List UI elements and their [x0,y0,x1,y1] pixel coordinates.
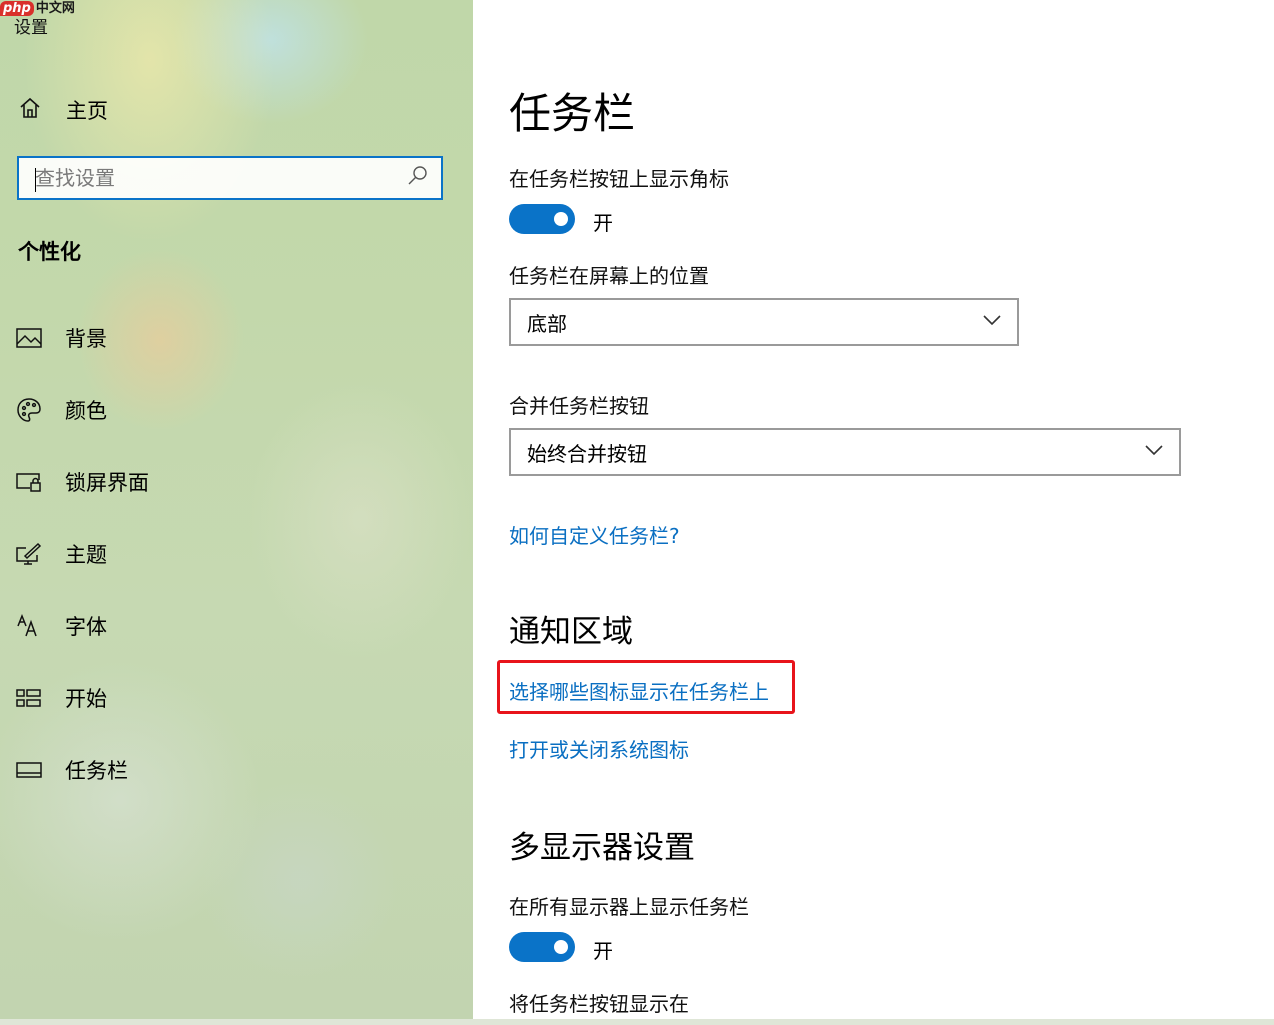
show-buttons-label: 将任务栏按钮显示在 [509,992,689,1016]
badges-toggle[interactable] [509,204,575,234]
sidebar-item-themes[interactable]: 主题 [16,536,107,572]
sidebar-item-label: 背景 [65,327,107,351]
combine-label: 合并任务栏按钮 [509,394,649,418]
search-icon[interactable] [405,163,441,193]
show-all-displays-toggle[interactable] [509,932,575,962]
badges-toggle-state: 开 [593,211,613,235]
palette-icon [16,397,42,423]
lock-screen-icon [16,469,42,495]
sidebar-item-label: 字体 [65,615,107,639]
location-label: 任务栏在屏幕上的位置 [509,264,709,288]
sidebar-item-lock-screen[interactable]: 锁屏界面 [16,464,149,500]
main-content: 任务栏 在任务栏按钮上显示角标 开 任务栏在屏幕上的位置 底部 合并任务栏按钮 … [473,0,1274,1025]
combine-dropdown[interactable]: 始终合并按钮 [509,428,1181,476]
theme-brush-icon [16,541,42,567]
show-all-displays-toggle-state: 开 [593,939,613,963]
notification-area-title: 通知区域 [509,614,633,650]
start-grid-icon [16,685,42,711]
chevron-down-icon [1143,439,1179,465]
sidebar: php中文网 设置 主页 个性化 背景 [0,0,473,1025]
font-icon [16,613,42,639]
sidebar-item-label: 锁屏界面 [65,471,149,495]
sidebar-item-label: 任务栏 [65,759,128,783]
sidebar-item-label: 主题 [65,543,107,567]
customize-taskbar-link[interactable]: 如何自定义任务栏? [509,520,680,549]
sidebar-item-fonts[interactable]: 字体 [16,608,107,644]
badges-label: 在任务栏按钮上显示角标 [509,167,729,191]
section-heading: 个性化 [18,240,81,264]
picture-icon [16,325,42,351]
toggle-knob [554,940,568,954]
toggle-knob [554,212,568,226]
home-nav-item[interactable]: 主页 [18,94,108,126]
window-title: 设置 [14,18,48,38]
search-box[interactable] [17,156,443,200]
page-title: 任务栏 [509,89,636,138]
text-caret [35,168,36,192]
home-icon [18,96,42,124]
location-value: 底部 [527,311,567,336]
sidebar-item-start[interactable]: 开始 [16,680,107,716]
sidebar-item-taskbar[interactable]: 任务栏 [16,752,128,788]
location-dropdown[interactable]: 底部 [509,298,1019,346]
select-icons-link[interactable]: 选择哪些图标显示在任务栏上 [509,676,769,705]
sidebar-item-label: 颜色 [65,399,107,423]
chevron-down-icon [981,309,1017,335]
taskbar-icon [16,757,42,783]
home-label: 主页 [66,99,108,123]
sidebar-item-colors[interactable]: 颜色 [16,392,107,428]
show-all-displays-label: 在所有显示器上显示任务栏 [509,895,749,919]
multi-display-title: 多显示器设置 [509,830,695,866]
search-input[interactable] [19,157,405,199]
sidebar-item-label: 开始 [65,687,107,711]
system-icons-link[interactable]: 打开或关闭系统图标 [509,734,689,763]
sidebar-item-background[interactable]: 背景 [16,320,107,356]
bottom-strip [0,1019,1274,1025]
combine-value: 始终合并按钮 [527,441,647,466]
